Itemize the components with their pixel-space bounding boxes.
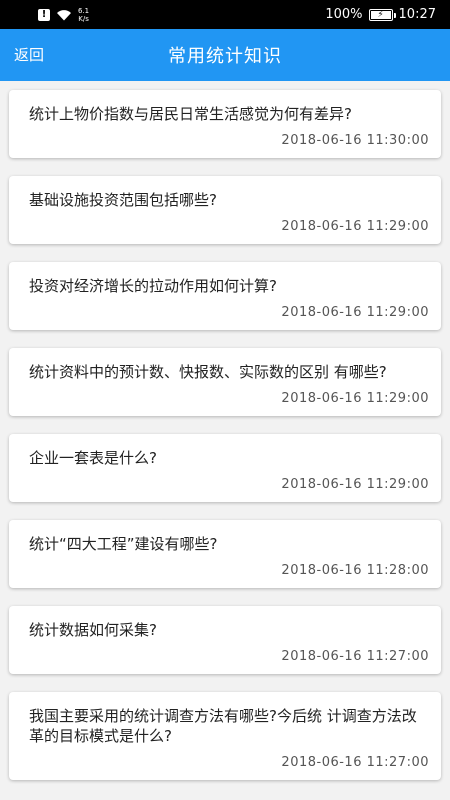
article-time: 2018-06-16 11:27:00 (281, 755, 429, 770)
alert-icon: ! (38, 8, 50, 21)
article-title: 统计上物价指数与居民日常生活感觉为何有差异? (29, 105, 352, 123)
article-time: 2018-06-16 11:29:00 (281, 219, 429, 234)
list-item[interactable]: 投资对经济增长的拉动作用如何计算? 2018-06-16 11:29:00 (9, 262, 441, 330)
net-speed: 6.1 K/s (78, 7, 89, 23)
article-time: 2018-06-16 11:30:00 (281, 133, 429, 148)
article-time: 2018-06-16 11:29:00 (281, 477, 429, 492)
list-item[interactable]: 统计资料中的预计数、快报数、实际数的区别 有哪些? 2018-06-16 11:… (9, 348, 441, 416)
article-title: 统计“四大工程”建设有哪些? (29, 535, 218, 553)
status-bar: ! 6.1 K/s 100% ⚡ 10:27 (0, 0, 450, 29)
list-item[interactable]: 统计“四大工程”建设有哪些? 2018-06-16 11:28:00 (9, 520, 441, 588)
clock: 10:27 (398, 7, 436, 22)
list-item[interactable]: 基础设施投资范围包括哪些? 2018-06-16 11:29:00 (9, 176, 441, 244)
page-title: 常用统计知识 (168, 46, 282, 67)
wifi-icon (57, 9, 71, 20)
article-time: 2018-06-16 11:27:00 (281, 649, 429, 664)
article-title: 企业一套表是什么? (29, 449, 157, 467)
article-title: 统计数据如何采集? (29, 621, 157, 639)
back-button[interactable]: 返回 (14, 29, 44, 81)
list-item[interactable]: 我国主要采用的统计调查方法有哪些?今后统 计调查方法改革的目标模式是什么? 20… (9, 692, 441, 780)
article-title: 投资对经济增长的拉动作用如何计算? (29, 277, 277, 295)
list-item[interactable]: 企业一套表是什么? 2018-06-16 11:29:00 (9, 434, 441, 502)
article-title: 基础设施投资范围包括哪些? (29, 191, 217, 209)
list-item[interactable]: 统计上物价指数与居民日常生活感觉为何有差异? 2018-06-16 11:30:… (9, 90, 441, 158)
status-right: 100% ⚡ 10:27 (325, 7, 436, 22)
status-left: ! 6.1 K/s (38, 7, 89, 23)
list-item[interactable]: 统计数据如何采集? 2018-06-16 11:27:00 (9, 606, 441, 674)
battery-icon: ⚡ (368, 8, 396, 21)
article-time: 2018-06-16 11:29:00 (281, 305, 429, 320)
net-speed-value: 6.1 (78, 6, 90, 15)
article-time: 2018-06-16 11:28:00 (281, 563, 429, 578)
charging-bolt-icon: ⚡ (377, 9, 384, 20)
title-bar: 返回 常用统计知识 (0, 29, 450, 81)
article-time: 2018-06-16 11:29:00 (281, 391, 429, 406)
article-list: 统计上物价指数与居民日常生活感觉为何有差异? 2018-06-16 11:30:… (0, 81, 450, 800)
battery-percent: 100% (325, 7, 363, 22)
net-speed-unit: K/s (78, 14, 89, 23)
article-title: 我国主要采用的统计调查方法有哪些?今后统 计调查方法改革的目标模式是什么? (29, 707, 417, 745)
article-title: 统计资料中的预计数、快报数、实际数的区别 有哪些? (29, 363, 387, 381)
